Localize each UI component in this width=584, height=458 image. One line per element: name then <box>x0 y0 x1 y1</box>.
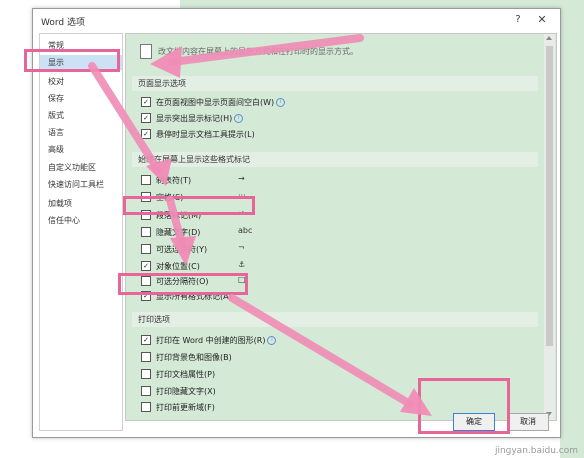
arrowhead <box>170 236 196 266</box>
arrow-to-display-tab <box>168 34 364 66</box>
arrowhead <box>150 46 182 78</box>
watermark-text: jingyan.baidu.com <box>494 446 578 456</box>
tutorial-arrows <box>88 34 432 416</box>
arrow-to-paragraph <box>88 62 162 174</box>
arrow-to-ok <box>228 294 414 408</box>
